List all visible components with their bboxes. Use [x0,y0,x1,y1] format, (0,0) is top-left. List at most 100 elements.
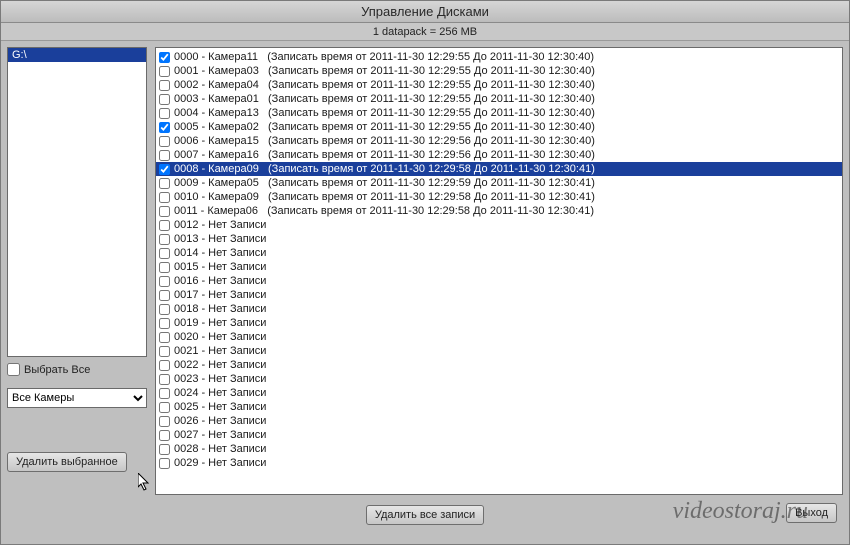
row-camera-name: Камера09 [208,190,259,204]
row-camera-name: Камера09 [208,162,259,176]
row-camera-name: Нет Записи [208,316,266,330]
list-row[interactable]: 0009 - Камера05 (Записать время от 2011-… [156,176,842,190]
datapack-info: 1 datapack = 256 MB [1,23,849,41]
row-checkbox[interactable] [159,458,170,469]
row-checkbox[interactable] [159,150,170,161]
row-checkbox[interactable] [159,318,170,329]
drive-list[interactable]: G:\ [7,47,147,357]
row-id: 0013 [174,232,198,246]
list-row[interactable]: 0027 - Нет Записи [156,428,842,442]
list-row[interactable]: 0018 - Нет Записи [156,302,842,316]
delete-all-button[interactable]: Удалить все записи [366,505,484,525]
exit-button[interactable]: Выход [786,503,837,523]
delete-selected-button[interactable]: Удалить выбранное [7,452,127,472]
row-checkbox[interactable] [159,374,170,385]
list-row[interactable]: 0016 - Нет Записи [156,274,842,288]
list-row[interactable]: 0000 - Камера11 (Записать время от 2011-… [156,50,842,64]
row-detail: (Записать время от 2011-11-30 12:29:55 Д… [268,120,595,134]
row-checkbox[interactable] [159,304,170,315]
row-detail: (Записать время от 2011-11-30 12:29:55 Д… [268,92,595,106]
row-id: 0010 [174,190,198,204]
list-row[interactable]: 0012 - Нет Записи [156,218,842,232]
list-row[interactable]: 0013 - Нет Записи [156,232,842,246]
list-row[interactable]: 0002 - Камера04 (Записать время от 2011-… [156,78,842,92]
row-checkbox[interactable] [159,262,170,273]
row-checkbox[interactable] [159,94,170,105]
row-camera-name: Нет Записи [208,372,266,386]
row-camera-name: Нет Записи [208,414,266,428]
row-checkbox[interactable] [159,136,170,147]
row-checkbox[interactable] [159,248,170,259]
row-camera-name: Камера06 [207,204,258,218]
list-row[interactable]: 0004 - Камера13 (Записать время от 2011-… [156,106,842,120]
list-row[interactable]: 0029 - Нет Записи [156,456,842,470]
row-id: 0012 [174,218,198,232]
row-checkbox[interactable] [159,444,170,455]
list-row[interactable]: 0007 - Камера16 (Записать время от 2011-… [156,148,842,162]
row-id: 0006 [174,134,198,148]
list-row[interactable]: 0021 - Нет Записи [156,344,842,358]
list-row[interactable]: 0001 - Камера03 (Записать время от 2011-… [156,64,842,78]
row-checkbox[interactable] [159,388,170,399]
select-all-checkbox[interactable]: Выбрать Все [7,363,147,376]
row-checkbox[interactable] [159,206,170,217]
row-camera-name: Нет Записи [208,344,266,358]
row-checkbox[interactable] [159,178,170,189]
content-area: G:\ Выбрать Все Все Камеры Удалить выбра… [1,41,849,501]
recording-list[interactable]: 0000 - Камера11 (Записать время от 2011-… [155,47,843,495]
list-row[interactable]: 0023 - Нет Записи [156,372,842,386]
list-row[interactable]: 0026 - Нет Записи [156,414,842,428]
list-row[interactable]: 0003 - Камера01 (Записать время от 2011-… [156,92,842,106]
list-row[interactable]: 0017 - Нет Записи [156,288,842,302]
row-checkbox[interactable] [159,234,170,245]
row-id: 0019 [174,316,198,330]
row-checkbox[interactable] [159,346,170,357]
camera-filter[interactable]: Все Камеры [7,388,147,408]
camera-filter-select[interactable]: Все Камеры [7,388,147,408]
row-checkbox[interactable] [159,290,170,301]
row-id: 0017 [174,288,198,302]
list-row[interactable]: 0011 - Камера06 (Записать время от 2011-… [156,204,842,218]
row-detail: (Записать время от 2011-11-30 12:29:55 Д… [268,78,595,92]
row-checkbox[interactable] [159,360,170,371]
row-detail: (Записать время от 2011-11-30 12:29:55 Д… [268,106,595,120]
row-detail: (Записать время от 2011-11-30 12:29:56 Д… [268,148,595,162]
row-id: 0025 [174,400,198,414]
row-checkbox[interactable] [159,122,170,133]
row-checkbox[interactable] [159,66,170,77]
row-checkbox[interactable] [159,52,170,63]
row-checkbox[interactable] [159,80,170,91]
row-checkbox[interactable] [159,402,170,413]
row-id: 0026 [174,414,198,428]
row-checkbox[interactable] [159,164,170,175]
list-row[interactable]: 0015 - Нет Записи [156,260,842,274]
list-row[interactable]: 0006 - Камера15 (Записать время от 2011-… [156,134,842,148]
list-row[interactable]: 0024 - Нет Записи [156,386,842,400]
list-row[interactable]: 0014 - Нет Записи [156,246,842,260]
row-camera-name: Камера16 [208,148,259,162]
list-row[interactable]: 0008 - Камера09 (Записать время от 2011-… [156,162,842,176]
row-checkbox[interactable] [159,332,170,343]
list-row[interactable]: 0020 - Нет Записи [156,330,842,344]
list-row[interactable]: 0028 - Нет Записи [156,442,842,456]
select-all-input[interactable] [7,363,20,376]
row-camera-name: Нет Записи [208,442,266,456]
row-checkbox[interactable] [159,220,170,231]
list-row[interactable]: 0022 - Нет Записи [156,358,842,372]
row-camera-name: Нет Записи [208,232,266,246]
row-id: 0024 [174,386,198,400]
row-id: 0023 [174,372,198,386]
list-row[interactable]: 0025 - Нет Записи [156,400,842,414]
row-camera-name: Нет Записи [208,218,266,232]
row-checkbox[interactable] [159,416,170,427]
drive-item[interactable]: G:\ [8,48,146,62]
row-id: 0007 [174,148,198,162]
list-row[interactable]: 0019 - Нет Записи [156,316,842,330]
row-checkbox[interactable] [159,192,170,203]
row-id: 0015 [174,260,198,274]
row-checkbox[interactable] [159,108,170,119]
list-row[interactable]: 0005 - Камера02 (Записать время от 2011-… [156,120,842,134]
list-row[interactable]: 0010 - Камера09 (Записать время от 2011-… [156,190,842,204]
row-checkbox[interactable] [159,276,170,287]
row-checkbox[interactable] [159,430,170,441]
